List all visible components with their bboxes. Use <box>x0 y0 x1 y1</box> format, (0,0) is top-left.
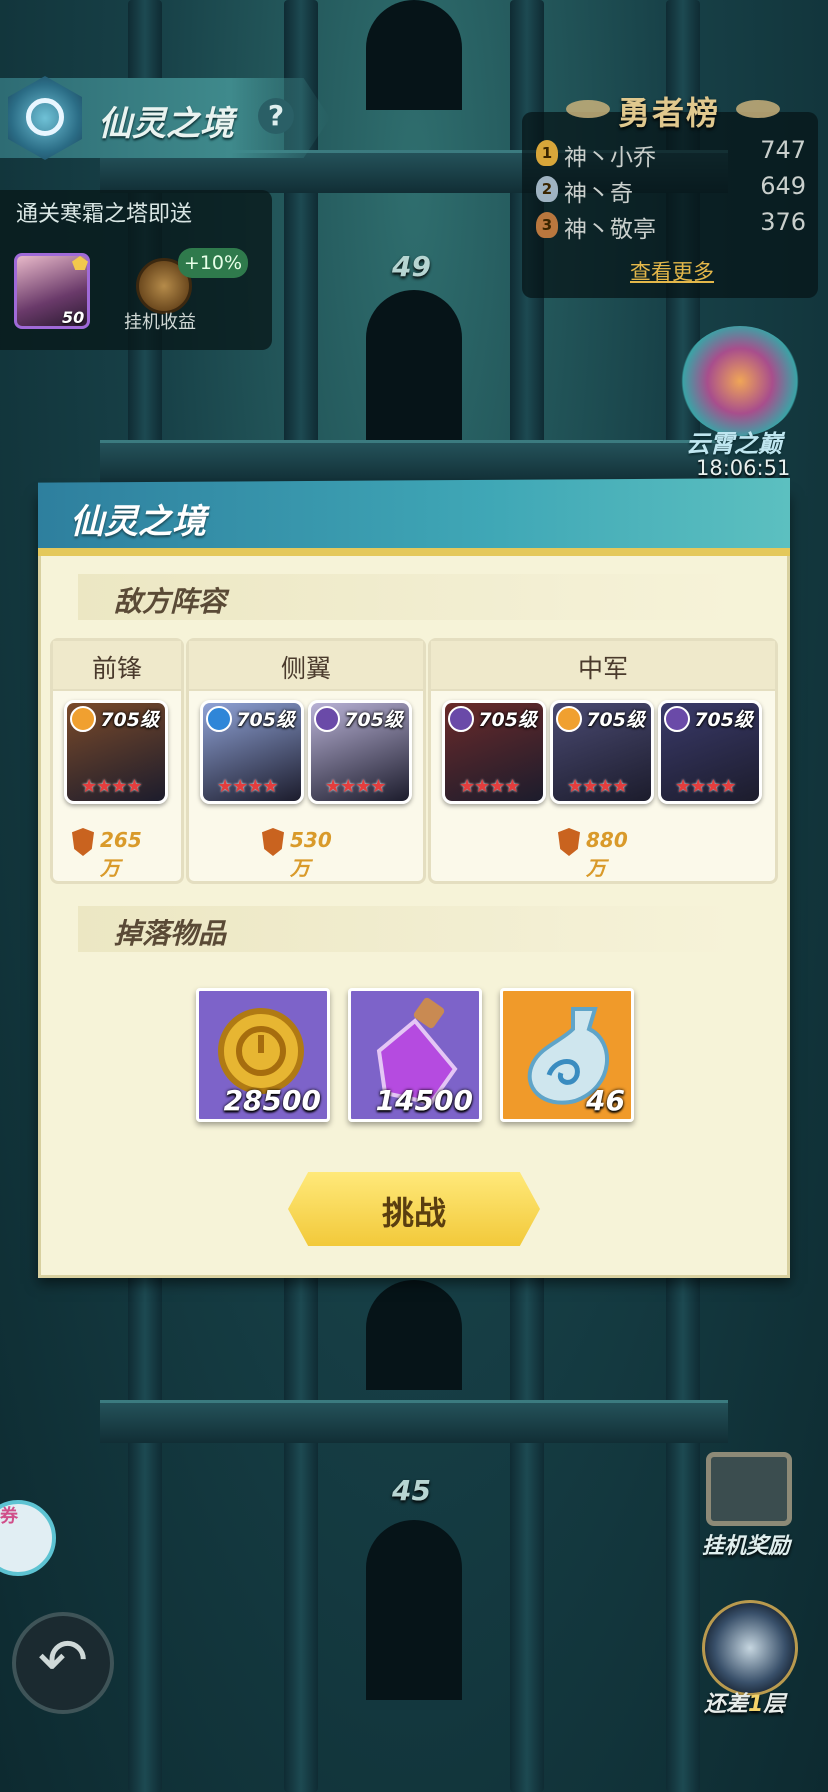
hero-stars: ★★★★ <box>675 776 737 797</box>
floor-reward-vase-icon[interactable] <box>702 1600 798 1696</box>
leaderboard-title: 勇者榜 <box>618 94 721 132</box>
event-portal-icon[interactable] <box>680 326 800 436</box>
group-header: 前锋 <box>53 641 181 691</box>
idle-income-label: 挂机收益 <box>124 312 196 333</box>
realm-emblem-ring <box>26 98 64 136</box>
leaderboard-row: 2 神丶奇 649 <box>536 172 806 207</box>
enemy-hero-card[interactable]: 705级 ★★★★ <box>64 700 168 804</box>
group-label: 中军 <box>577 654 628 683</box>
wing-left-icon <box>566 100 610 118</box>
drop-count: 46 <box>586 1084 625 1117</box>
hero-element-icon <box>556 706 582 732</box>
rank-name: 神丶小乔 <box>564 145 656 171</box>
leaderboard-row: 1 神丶小乔 747 <box>536 136 806 171</box>
group-header: 侧翼 <box>189 641 423 691</box>
hero-element-icon <box>70 706 96 732</box>
hero-level: 50 <box>62 308 85 327</box>
hero-level: 705级 <box>344 709 403 731</box>
enemy-hero-card[interactable]: 705级 ★★★★ <box>658 700 762 804</box>
enemy-section-title: 敌方阵容 <box>114 585 227 618</box>
drop-item[interactable]: 14500 <box>348 988 482 1122</box>
hero-element-icon <box>664 706 690 732</box>
rank-medal-icon: 3 <box>536 212 558 238</box>
floor-number: 45 <box>392 1474 431 1507</box>
hero-stars: ★★★★ <box>325 776 387 797</box>
hero-stars: ★★★★ <box>217 776 279 797</box>
coupon-label: 券 <box>0 1506 18 1527</box>
hero-level: 705级 <box>478 709 537 731</box>
hero-level: 705级 <box>586 709 645 731</box>
enemy-hero-card[interactable]: 705级 ★★★★ <box>550 700 654 804</box>
wing-right-icon <box>736 100 780 118</box>
floor-number: 49 <box>392 250 431 283</box>
help-button[interactable]: ? <box>258 98 294 134</box>
hero-level: 705级 <box>100 709 159 731</box>
power-value: 530万 <box>290 828 332 880</box>
dialog-title: 仙灵之境 <box>70 502 206 542</box>
tower-arch <box>366 1520 462 1700</box>
hero-level: 705级 <box>694 709 753 731</box>
rank-score: 747 <box>760 136 806 164</box>
challenge-button-label[interactable]: 挑战 <box>288 1188 540 1234</box>
info-text: 通关寒霜之塔即送 <box>16 202 193 227</box>
event-name[interactable]: 云霄之巅 <box>686 424 782 459</box>
drop-item[interactable]: 28500 <box>196 988 330 1122</box>
drop-count: 14500 <box>375 1084 473 1117</box>
hero-stars: ★★★★ <box>81 776 143 797</box>
rank-name: 神丶奇 <box>564 181 633 207</box>
rank-medal-icon: 1 <box>536 140 558 166</box>
remain-suffix: 层 <box>763 1692 786 1717</box>
remain-prefix: 还差 <box>704 1692 749 1717</box>
hero-element-icon <box>206 706 232 732</box>
event-timer: 18:06:51 <box>696 456 791 480</box>
floors-remaining-label: 还差1层 <box>704 1686 785 1718</box>
group-header: 中军 <box>431 641 775 691</box>
hero-element-icon <box>314 706 340 732</box>
page-title: 仙灵之境 <box>98 104 234 144</box>
remain-number: 1 <box>748 1692 764 1717</box>
drop-item[interactable]: 46 <box>500 988 634 1122</box>
rank-name: 神丶敬亭 <box>564 217 656 243</box>
rank-medal-icon: 2 <box>536 176 558 202</box>
group-label: 侧翼 <box>280 654 331 683</box>
idle-reward-chest-icon[interactable] <box>706 1452 792 1526</box>
hero-stars: ★★★★ <box>459 776 521 797</box>
tower-arch <box>366 0 462 110</box>
tower-arch <box>366 290 462 440</box>
tower-arch <box>366 1280 462 1390</box>
hero-element-icon <box>448 706 474 732</box>
rank-score: 376 <box>760 208 806 236</box>
hero-level: 705级 <box>236 709 295 731</box>
power-value: 265万 <box>100 828 142 880</box>
tower-floor-band <box>100 440 728 483</box>
tower-floor-band <box>100 1400 728 1443</box>
drop-count: 28500 <box>223 1084 321 1117</box>
dialog-header-divider <box>38 548 790 556</box>
enemy-hero-card[interactable]: 705级 ★★★★ <box>442 700 546 804</box>
group-label: 前锋 <box>91 654 142 683</box>
back-button[interactable]: ↶ <box>12 1612 114 1714</box>
enemy-hero-card[interactable]: 705级 ★★★★ <box>308 700 412 804</box>
leaderboard-more-link[interactable]: 查看更多 <box>630 256 714 286</box>
rank-score: 649 <box>760 172 806 200</box>
leaderboard-row: 3 神丶敬亭 376 <box>536 208 806 243</box>
idle-bonus-badge: +10% <box>178 248 248 278</box>
drop-section-title: 掉落物品 <box>114 917 227 950</box>
enemy-hero-card[interactable]: 705级 ★★★★ <box>200 700 304 804</box>
hero-stars: ★★★★ <box>567 776 629 797</box>
power-value: 880万 <box>586 828 628 880</box>
idle-reward-label[interactable]: 挂机奖励 <box>702 1528 790 1560</box>
